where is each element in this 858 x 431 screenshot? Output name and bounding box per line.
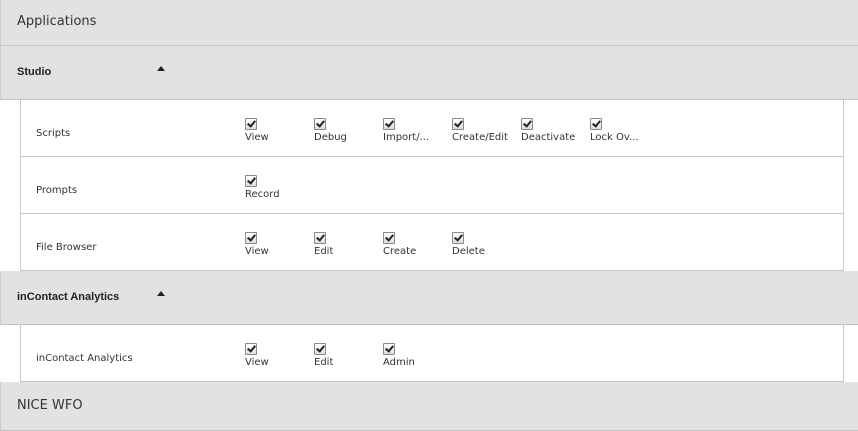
section-title-nice-wfo: NICE WFO: [17, 398, 83, 413]
page-title: Applications: [17, 14, 97, 29]
permission-analytics-admin[interactable]: Admin: [383, 343, 452, 383]
permission-file-browser-edit[interactable]: Edit: [314, 232, 383, 272]
permission-analytics-edit[interactable]: Edit: [314, 343, 383, 383]
caret-up-icon[interactable]: [157, 66, 165, 71]
permission-row-incontact-analytics: inContact Analytics View Edit Admin: [20, 325, 844, 382]
permission-scripts-view[interactable]: View: [245, 118, 314, 158]
checkmark-icon[interactable]: [383, 118, 395, 130]
checkmark-icon[interactable]: [245, 118, 257, 130]
permission-label: Record: [245, 189, 280, 200]
permission-scripts-deactivate[interactable]: Deactivate: [521, 118, 590, 158]
permission-label: View: [245, 246, 269, 257]
permission-label: Admin: [383, 357, 415, 368]
caret-up-icon[interactable]: [157, 291, 165, 296]
checkmark-icon[interactable]: [314, 232, 326, 244]
row-label-file-browser: File Browser: [36, 242, 97, 253]
permission-scripts-create-edit[interactable]: Create/Edit: [452, 118, 521, 158]
permission-label: Deactivate: [521, 132, 576, 143]
checkmark-icon[interactable]: [314, 343, 326, 355]
permission-row-prompts: Prompts Record: [20, 157, 844, 214]
permission-label: View: [245, 132, 269, 143]
applications-header: Applications: [0, 0, 858, 46]
permission-label: Lock Ov...: [590, 132, 639, 143]
row-label-prompts: Prompts: [36, 185, 78, 196]
checkmark-icon[interactable]: [245, 175, 257, 187]
checkmark-icon[interactable]: [590, 118, 602, 130]
section-header-nice-wfo[interactable]: NICE WFO: [0, 382, 858, 431]
permission-label: Edit: [314, 357, 334, 368]
section-header-studio[interactable]: Studio: [0, 46, 858, 100]
permission-scripts-lock-override[interactable]: Lock Ov...: [590, 118, 659, 158]
row-label-scripts: Scripts: [36, 128, 71, 139]
checkmark-icon[interactable]: [452, 232, 464, 244]
permission-label: Delete: [452, 246, 485, 257]
permission-label: Create/Edit: [452, 132, 508, 143]
permission-scripts-import[interactable]: Import/...: [383, 118, 452, 158]
checkmark-icon[interactable]: [521, 118, 533, 130]
permission-row-scripts: Scripts View Debug Import/... Create/Edi…: [20, 100, 844, 157]
permission-file-browser-view[interactable]: View: [245, 232, 314, 272]
checkmark-icon[interactable]: [245, 343, 257, 355]
section-title-incontact-analytics: inContact Analytics: [17, 291, 120, 303]
checkmark-icon[interactable]: [245, 232, 257, 244]
permission-prompts-record[interactable]: Record: [245, 175, 314, 215]
permission-file-browser-delete[interactable]: Delete: [452, 232, 521, 272]
permission-label: Debug: [314, 132, 347, 143]
row-label-incontact-analytics: inContact Analytics: [36, 353, 133, 364]
section-header-incontact-analytics[interactable]: inContact Analytics: [0, 271, 858, 325]
checkmark-icon[interactable]: [383, 343, 395, 355]
permission-file-browser-create[interactable]: Create: [383, 232, 452, 272]
permission-label: View: [245, 357, 269, 368]
permission-label: Create: [383, 246, 417, 257]
checkmark-icon[interactable]: [452, 118, 464, 130]
permission-label: Import/...: [383, 132, 430, 143]
section-title-studio: Studio: [17, 66, 52, 78]
checkmark-icon[interactable]: [314, 118, 326, 130]
permission-label: Edit: [314, 246, 334, 257]
permission-scripts-debug[interactable]: Debug: [314, 118, 383, 158]
permission-row-file-browser: File Browser View Edit Create Delete: [20, 214, 844, 271]
checkmark-icon[interactable]: [383, 232, 395, 244]
permission-analytics-view[interactable]: View: [245, 343, 314, 383]
